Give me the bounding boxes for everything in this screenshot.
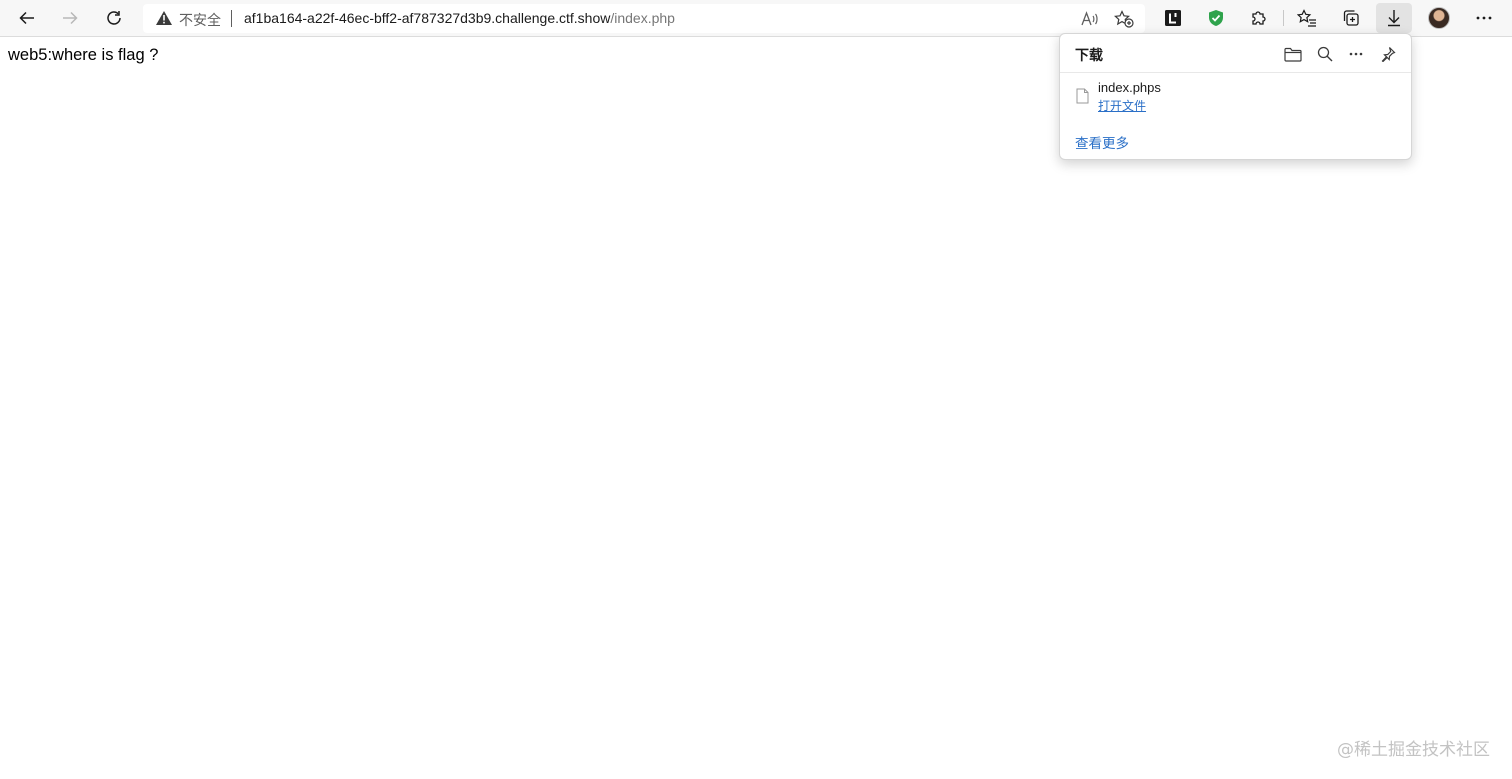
downloads-panel: 下载 index.phps 打开文件 查看更多 [1059,33,1412,160]
warning-triangle-icon[interactable] [155,10,173,26]
collections-button[interactable] [1335,3,1367,33]
watermark-text: @稀土掘金技术社区 [1337,740,1490,760]
forward-button[interactable] [54,3,86,33]
security-label[interactable]: 不安全 [179,10,221,30]
search-icon [1317,46,1333,62]
extension-l-button[interactable] [1157,3,1189,33]
search-downloads-button[interactable] [1313,43,1337,65]
open-file-link[interactable]: 打开文件 [1098,97,1146,114]
pin-downloads-button[interactable] [1376,43,1400,65]
collections-icon [1343,10,1359,26]
more-icon [1476,16,1492,20]
downloads-title: 下载 [1075,48,1103,64]
page-body-text: web5:where is flag ? [8,46,159,64]
browser-toolbar: 不安全 af1ba164-a22f-46ec-bff2-af787327d3b9… [0,0,1512,37]
file-icon [1076,88,1089,104]
back-button[interactable] [11,3,43,33]
url-text[interactable]: af1ba164-a22f-46ec-bff2-af787327d3b9.cha… [244,10,675,26]
favorites-button[interactable] [1291,3,1323,33]
favorites-icon [1297,9,1316,27]
shield-extension-button[interactable] [1200,3,1232,33]
refresh-icon [107,11,121,25]
downloads-button[interactable] [1376,3,1412,33]
read-aloud-button[interactable] [1077,7,1103,31]
pin-icon [1381,47,1396,62]
extension-l-icon [1165,10,1181,26]
address-bar[interactable]: 不安全 af1ba164-a22f-46ec-bff2-af787327d3b9… [143,4,1145,33]
folder-icon [1284,47,1302,62]
puzzle-icon [1252,11,1266,25]
extensions-button[interactable] [1243,3,1275,33]
forward-arrow-icon [63,11,78,25]
add-favorite-icon [1114,10,1134,28]
read-aloud-icon [1081,11,1098,26]
avatar[interactable] [1428,7,1450,29]
downloads-more-button[interactable] [1344,43,1368,65]
open-downloads-folder-button[interactable] [1281,43,1305,65]
add-favorite-button[interactable] [1111,7,1137,31]
download-file-name: index.phps [1098,80,1161,95]
url-host: af1ba164-a22f-46ec-bff2-af787327d3b9.cha… [244,10,611,26]
settings-more-button[interactable] [1468,3,1500,33]
back-arrow-icon [19,11,34,25]
refresh-button[interactable] [98,3,130,33]
see-more-link[interactable]: 查看更多 [1075,132,1129,152]
url-path: /index.php [610,10,675,26]
downloads-header-divider [1060,72,1411,73]
more-icon [1349,52,1363,56]
address-separator [231,10,232,27]
toolbar-divider [1283,10,1284,26]
shield-check-icon [1209,10,1223,26]
download-icon [1388,10,1400,27]
